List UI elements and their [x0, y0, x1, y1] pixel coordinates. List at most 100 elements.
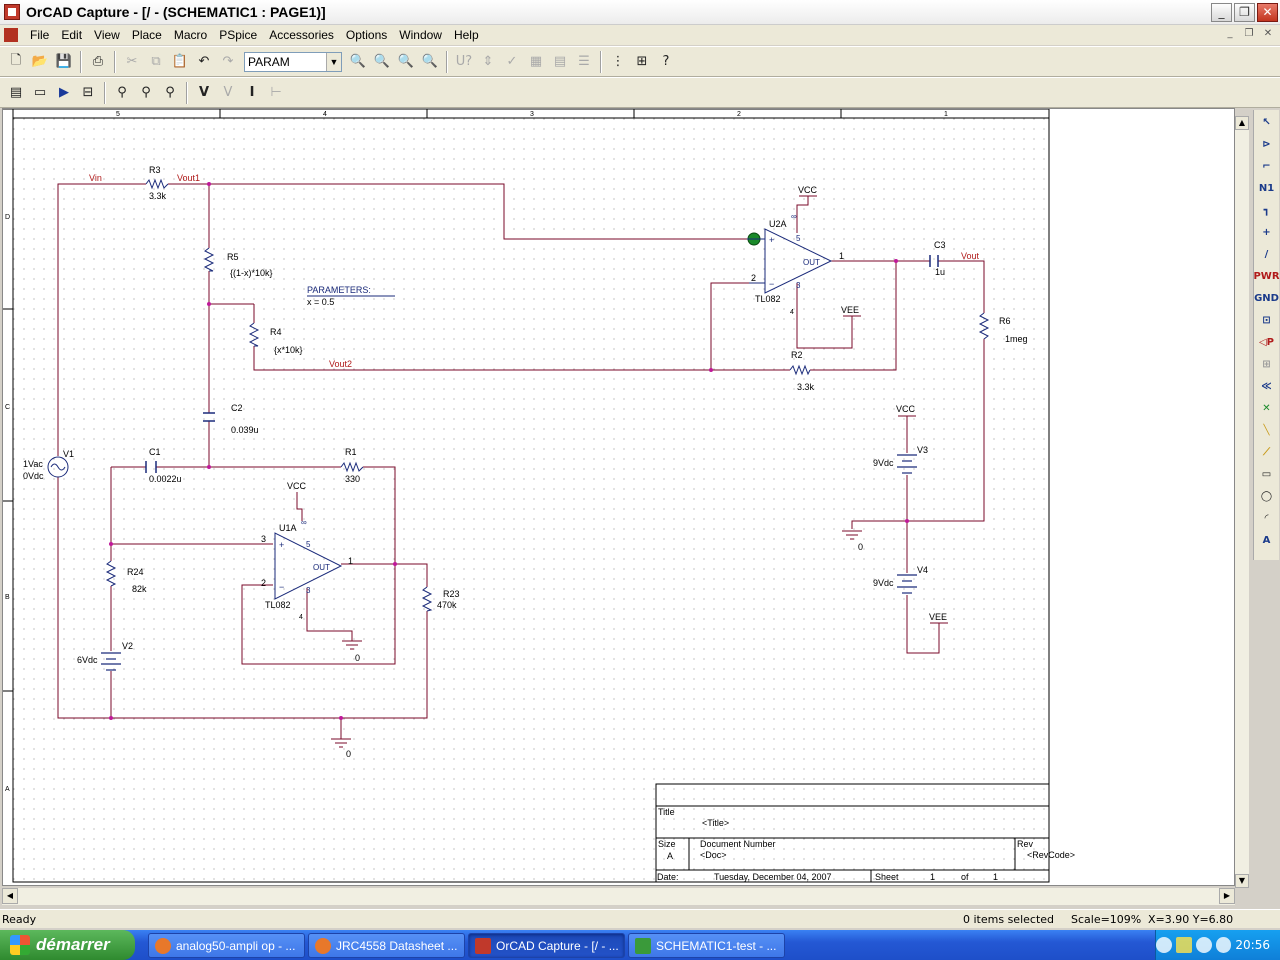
view-results-icon[interactable]: ⊟: [77, 82, 99, 104]
schematic-canvas[interactable]: 5 4 3 2 1 D C B A + − + − ∞ ∞ 5 3 5 3 Vi…: [2, 108, 1235, 886]
menu-options[interactable]: Options: [340, 25, 393, 45]
place-wire-icon[interactable]: ⌐: [1256, 156, 1278, 176]
document-icon[interactable]: [4, 28, 18, 42]
annotate-icon[interactable]: U?: [453, 51, 475, 73]
help-icon[interactable]: ?: [655, 51, 677, 73]
menu-file[interactable]: File: [24, 25, 55, 45]
tray-d-icon[interactable]: [1175, 937, 1192, 953]
mdi-restore-button[interactable]: ❐: [1241, 27, 1257, 41]
menu-place[interactable]: Place: [126, 25, 168, 45]
place-port-icon[interactable]: ◁P: [1256, 332, 1278, 352]
paste-icon[interactable]: 📋: [169, 51, 191, 73]
place-off-page-icon[interactable]: ≪: [1256, 376, 1278, 396]
scroll-right-icon[interactable]: ▶: [1219, 888, 1235, 904]
place-arc-icon[interactable]: ◜: [1256, 508, 1278, 528]
place-pin-icon[interactable]: ⊞: [1256, 354, 1278, 374]
print-icon[interactable]: ⎙: [87, 51, 109, 73]
chevron-down-icon[interactable]: ▼: [326, 52, 341, 71]
new-simulation-icon[interactable]: ▤: [5, 82, 27, 104]
vcc-label[interactable]: VCC: [287, 481, 307, 491]
probe-icon[interactable]: ⚲: [111, 82, 133, 104]
net-label-vin[interactable]: Vin: [89, 173, 102, 183]
run-icon[interactable]: ▶: [53, 82, 75, 104]
differential-marker-icon[interactable]: ⚲: [159, 82, 181, 104]
close-button[interactable]: ✕: [1257, 3, 1278, 22]
save-icon[interactable]: 💾: [53, 51, 75, 73]
current-marker-icon[interactable]: I: [241, 82, 263, 104]
part-combo[interactable]: PARAM ▼: [244, 51, 342, 72]
project-manager-icon[interactable]: ⊞: [631, 51, 653, 73]
select-icon[interactable]: ↖: [1256, 112, 1278, 132]
drc-icon[interactable]: ✓: [501, 51, 523, 73]
menu-pspice[interactable]: PSpice: [213, 25, 263, 45]
undo-icon[interactable]: ↶: [193, 51, 215, 73]
menu-view[interactable]: View: [88, 25, 126, 45]
snap-grid-icon[interactable]: ⋮: [607, 51, 629, 73]
vcc-label[interactable]: VCC: [798, 185, 818, 195]
menu-accessories[interactable]: Accessories: [263, 25, 340, 45]
place-rectangle-icon[interactable]: ▭: [1256, 464, 1278, 484]
zoom-in-icon[interactable]: 🔍: [347, 51, 369, 73]
place-no-connect-icon[interactable]: ✕: [1256, 398, 1278, 418]
scroll-left-icon[interactable]: ◀: [2, 888, 18, 904]
bom-icon[interactable]: ☰: [573, 51, 595, 73]
place-bus-icon[interactable]: ┓: [1256, 200, 1278, 220]
place-power-icon[interactable]: PWR: [1253, 266, 1279, 286]
tray-volume-icon[interactable]: [1215, 937, 1232, 953]
place-net-alias-icon[interactable]: N1: [1256, 178, 1278, 198]
new-icon[interactable]: 🗋: [5, 51, 27, 73]
vee-label[interactable]: VEE: [841, 305, 859, 315]
task-firefox-jrc4558[interactable]: JRC4558 Datasheet ...: [308, 933, 465, 958]
menu-window[interactable]: Window: [393, 25, 448, 45]
markers-icon[interactable]: ⚲: [135, 82, 157, 104]
zoom-area-icon[interactable]: 🔍: [395, 51, 417, 73]
menu-macro[interactable]: Macro: [168, 25, 213, 45]
scroll-up-icon[interactable]: ▲: [1235, 116, 1249, 130]
size-value: A: [667, 851, 673, 861]
place-hierarchical-block-icon[interactable]: ⊡: [1256, 310, 1278, 330]
copy-icon[interactable]: ⧉: [145, 51, 167, 73]
place-junction-icon[interactable]: +: [1256, 222, 1278, 242]
restore-button[interactable]: ❐: [1234, 3, 1255, 22]
task-orcad-capture[interactable]: OrCAD Capture - [/ - ...: [468, 933, 625, 958]
edit-simulation-icon[interactable]: ▭: [29, 82, 51, 104]
tray-network-icon[interactable]: [1195, 937, 1212, 953]
voltage-marker-icon[interactable]: V: [193, 82, 215, 104]
tray-arrow-icon[interactable]: [1156, 937, 1172, 953]
back-annotate-icon[interactable]: ⇕: [477, 51, 499, 73]
cross-ref-icon[interactable]: ▤: [549, 51, 571, 73]
clock[interactable]: 20:56: [1235, 938, 1270, 952]
place-ellipse-icon[interactable]: ◯: [1256, 486, 1278, 506]
open-icon[interactable]: 📂: [29, 51, 51, 73]
task-firefox-analog50[interactable]: analog50-ampli op - ...: [148, 933, 305, 958]
place-polyline-icon[interactable]: ⟋: [1256, 442, 1278, 462]
task-schematic-test[interactable]: SCHEMATIC1-test - ...: [628, 933, 785, 958]
place-part-icon[interactable]: ⊳: [1256, 134, 1278, 154]
net-label-vout1[interactable]: Vout1: [177, 173, 200, 183]
vcc-label[interactable]: VCC: [896, 404, 916, 414]
minimize-button[interactable]: _: [1211, 3, 1232, 22]
netlist-icon[interactable]: ▦: [525, 51, 547, 73]
orcad-app-icon[interactable]: [4, 4, 20, 20]
place-bus-entry-icon[interactable]: /: [1256, 244, 1278, 264]
menu-edit[interactable]: Edit: [55, 25, 88, 45]
horizontal-scrollbar[interactable]: ◀ ▶: [2, 888, 1235, 905]
place-ground-icon[interactable]: GND: [1254, 288, 1279, 308]
cut-icon[interactable]: ✂: [121, 51, 143, 73]
vee-label[interactable]: VEE: [929, 612, 947, 622]
scroll-down-icon[interactable]: ▼: [1235, 874, 1249, 888]
bias-marker-icon[interactable]: ⊢: [265, 82, 287, 104]
menu-help[interactable]: Help: [448, 25, 485, 45]
mdi-close-button[interactable]: ✕: [1260, 27, 1276, 41]
net-label-vout2[interactable]: Vout2: [329, 359, 352, 369]
zoom-out-icon[interactable]: 🔍: [371, 51, 393, 73]
net-label-vout[interactable]: Vout: [961, 251, 980, 261]
power-marker-icon[interactable]: V: [217, 82, 239, 104]
vertical-scrollbar[interactable]: ▲ ▼: [1235, 116, 1249, 888]
zoom-all-icon[interactable]: 🔍: [419, 51, 441, 73]
start-button[interactable]: démarrer: [0, 930, 135, 960]
place-line-icon[interactable]: ╲: [1256, 420, 1278, 440]
place-text-icon[interactable]: A: [1256, 530, 1278, 550]
mdi-minimize-button[interactable]: _: [1222, 27, 1238, 41]
redo-icon[interactable]: ↷: [217, 51, 239, 73]
